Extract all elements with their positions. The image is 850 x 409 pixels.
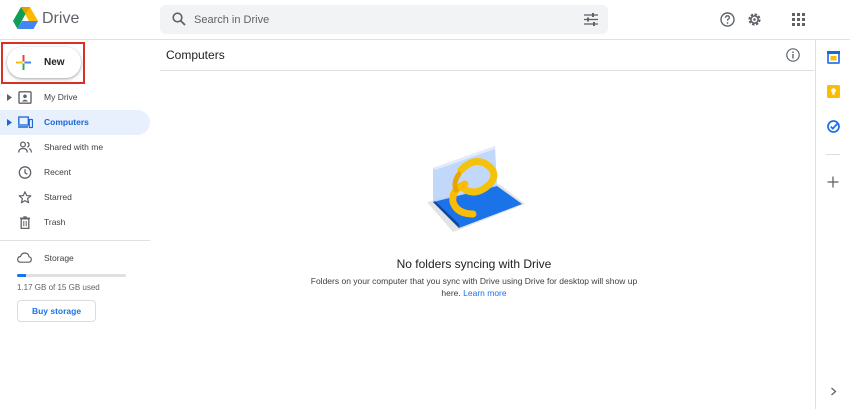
sidebar-item-computers[interactable]: Computers [0, 110, 150, 135]
sidebar-item-recent[interactable]: Recent [0, 160, 150, 185]
learn-more-link[interactable]: Learn more [463, 288, 506, 298]
buy-storage-button[interactable]: Buy storage [17, 300, 96, 322]
side-panel-divider [826, 154, 840, 155]
tasks-icon[interactable] [827, 120, 840, 133]
plus-icon [16, 55, 31, 70]
sidebar-item-label: Starred [44, 192, 72, 202]
storage-usage-text: 1.17 GB of 15 GB used [17, 283, 100, 292]
add-icon[interactable] [827, 176, 839, 188]
side-panel [815, 40, 850, 409]
sidebar-item-shared-with-me[interactable]: Shared with me [0, 135, 150, 160]
empty-state-title: No folders syncing with Drive [396, 257, 552, 271]
title-divider [160, 70, 814, 71]
calendar-icon[interactable] [827, 51, 840, 64]
clock-icon [18, 166, 32, 179]
keep-icon[interactable] [827, 85, 840, 98]
empty-state-description: Folders on your computer that you sync w… [300, 275, 648, 299]
storage-label[interactable]: Storage [44, 253, 74, 263]
star-icon [18, 191, 32, 204]
app-name[interactable]: Drive [42, 10, 79, 28]
sidebar-item-label: My Drive [44, 92, 78, 102]
search-input[interactable] [194, 5, 574, 34]
top-bar: Drive [0, 0, 850, 40]
storage-usage-fill [17, 274, 26, 277]
computers-icon [18, 116, 33, 129]
cloud-icon [17, 252, 32, 263]
page-title: Computers [166, 48, 225, 62]
chevron-right-icon[interactable] [830, 387, 837, 396]
sidebar-item-my-drive[interactable]: My Drive [0, 85, 150, 110]
expand-arrow-icon[interactable] [7, 119, 12, 126]
sidebar-divider [0, 240, 150, 241]
new-button[interactable]: New [7, 47, 81, 78]
search-options-icon[interactable] [584, 13, 598, 26]
storage-usage-bar [17, 274, 126, 277]
laptop-sync-illustration [427, 146, 525, 232]
expand-arrow-icon[interactable] [7, 94, 12, 101]
sidebar-item-label: Trash [44, 217, 66, 227]
drive-logo-icon[interactable] [13, 7, 38, 29]
sidebar-item-label: Recent [44, 167, 71, 177]
trash-icon [20, 216, 30, 229]
gear-icon[interactable] [747, 12, 762, 27]
apps-grid-icon[interactable] [792, 13, 805, 26]
help-icon[interactable] [720, 12, 735, 27]
info-icon[interactable] [786, 48, 800, 62]
new-button-label: New [44, 57, 65, 68]
sidebar-item-trash[interactable]: Trash [0, 210, 150, 235]
sidebar-item-label: Shared with me [44, 142, 104, 152]
sidebar-item-starred[interactable]: Starred [0, 185, 150, 210]
my-drive-icon [18, 91, 32, 104]
shared-icon [18, 141, 32, 153]
sidebar-item-label: Computers [44, 117, 89, 127]
search-icon[interactable] [172, 12, 186, 26]
search-bar[interactable] [160, 5, 608, 34]
